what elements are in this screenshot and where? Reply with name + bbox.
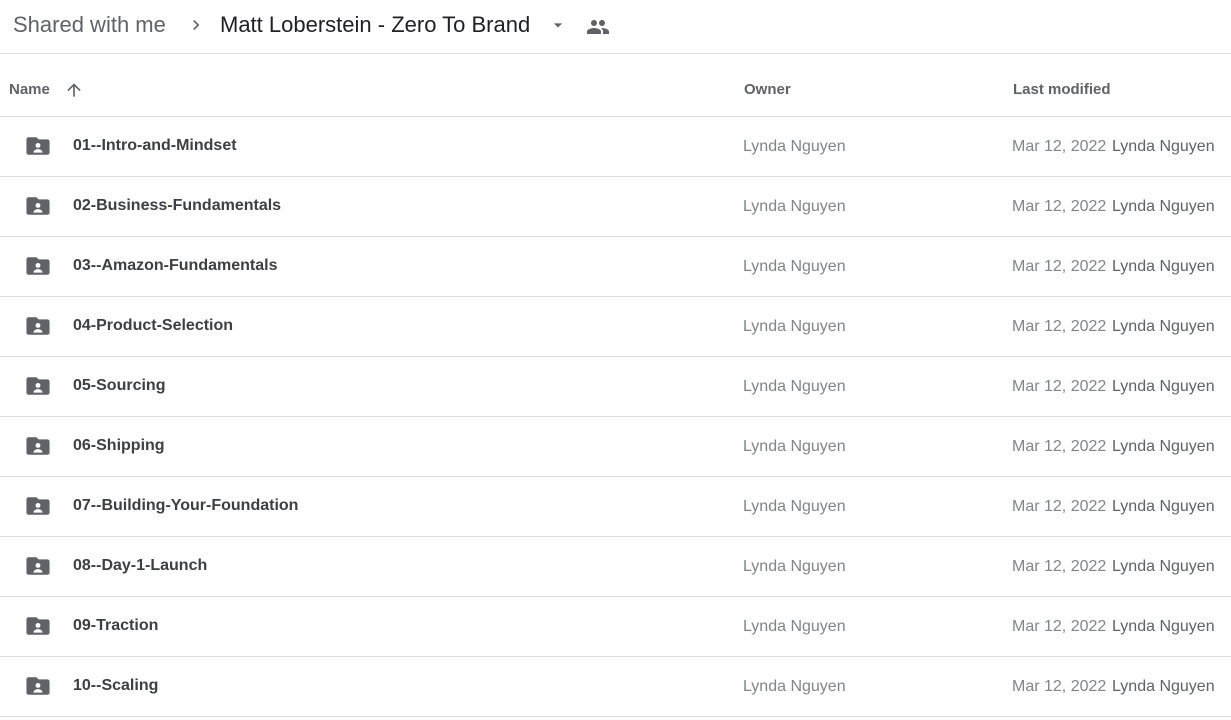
file-modified-by: Lynda Nguyen [1112, 618, 1215, 635]
file-row[interactable]: 09-Traction Lynda Nguyen Mar 12, 2022 Lynda… [0, 597, 1231, 657]
file-owner: Lynda Nguyen [743, 618, 846, 635]
file-owner: Lynda Nguyen [743, 318, 846, 335]
column-header-last-modified[interactable]: Last modified [1013, 81, 1111, 98]
caret-down-icon[interactable] [548, 15, 568, 35]
breadcrumb-shared-with-me[interactable]: Shared with me [13, 11, 166, 39]
file-modified-by: Lynda Nguyen [1112, 438, 1215, 455]
file-row[interactable]: 05-Sourcing Lynda Nguyen Mar 12, 2022 Lynda… [0, 357, 1231, 417]
file-name: 06-Shipping [73, 437, 165, 454]
file-row[interactable]: 10--Scaling Lynda Nguyen Mar 12, 2022 Lynda… [0, 657, 1231, 717]
file-row[interactable]: 03--Amazon-Fundamentals Lynda Nguyen Mar 1… [0, 237, 1231, 297]
file-modified-by: Lynda Nguyen [1112, 378, 1215, 395]
file-modified-by: Lynda Nguyen [1112, 258, 1215, 275]
file-modified-by: Lynda Nguyen [1112, 318, 1215, 335]
file-modified-date: Mar 12, 2022 [1012, 558, 1107, 575]
file-owner: Lynda Nguyen [743, 138, 846, 155]
breadcrumb-current-folder[interactable]: Matt Loberstein - Zero To Brand [220, 11, 530, 39]
shared-folder-icon [26, 317, 50, 335]
file-owner: Lynda Nguyen [743, 438, 846, 455]
file-modified-by: Lynda Nguyen [1112, 138, 1215, 155]
file-row[interactable]: 06-Shipping Lynda Nguyen Mar 12, 2022 Lynda… [0, 417, 1231, 477]
file-modified-date: Mar 12, 2022 [1012, 438, 1107, 455]
file-row[interactable]: 04-Product-Selection Lynda Nguyen Mar 12, … [0, 297, 1231, 357]
file-owner: Lynda Nguyen [743, 258, 846, 275]
shared-folder-icon [26, 377, 50, 395]
file-owner: Lynda Nguyen [743, 498, 846, 515]
arrow-up-icon[interactable] [64, 79, 84, 101]
file-owner: Lynda Nguyen [743, 678, 846, 695]
file-modified-by: Lynda Nguyen [1112, 558, 1215, 575]
file-owner: Lynda Nguyen [743, 558, 846, 575]
shared-folder-icon [26, 197, 50, 215]
file-name: 09-Traction [73, 617, 159, 634]
file-row[interactable]: 02-Business-Fundamentals Lynda Nguyen Mar … [0, 177, 1231, 237]
shared-folder-icon [26, 137, 50, 155]
shared-folder-icon [26, 437, 50, 455]
shared-folder-icon [26, 497, 50, 515]
file-modified-date: Mar 12, 2022 [1012, 258, 1107, 275]
file-row[interactable]: 07--Building-Your-Foundation Lynda Nguyen… [0, 477, 1231, 537]
people-icon[interactable] [586, 15, 610, 39]
file-name: 02-Business-Fundamentals [73, 197, 282, 214]
file-name: 03--Amazon-Fundamentals [73, 257, 278, 274]
file-modified-date: Mar 12, 2022 [1012, 198, 1107, 215]
breadcrumb-bar: Shared with me Matt Loberstein - Zero To… [0, 0, 1231, 54]
column-header-name[interactable]: Name [9, 81, 50, 98]
shared-folder-icon [26, 557, 50, 575]
file-modified-by: Lynda Nguyen [1112, 198, 1215, 215]
column-header-row: Name Owner Last modified [0, 55, 1231, 117]
file-owner: Lynda Nguyen [743, 198, 846, 215]
file-name: 08--Day-1-Launch [73, 557, 208, 574]
shared-folder-icon [26, 617, 50, 635]
file-modified-by: Lynda Nguyen [1112, 678, 1215, 695]
file-owner: Lynda Nguyen [743, 378, 846, 395]
file-modified-by: Lynda Nguyen [1112, 498, 1215, 515]
file-row[interactable]: 01--Intro-and-Mindset Lynda Nguyen Mar 12,… [0, 117, 1231, 177]
file-list: 01--Intro-and-Mindset Lynda Nguyen Mar 12,… [0, 117, 1231, 717]
file-modified-date: Mar 12, 2022 [1012, 378, 1107, 395]
file-modified-date: Mar 12, 2022 [1012, 318, 1107, 335]
column-header-owner[interactable]: Owner [744, 81, 791, 98]
file-name: 05-Sourcing [73, 377, 166, 394]
shared-folder-icon [26, 677, 50, 695]
file-name: 07--Building-Your-Foundation [73, 497, 299, 514]
file-name: 01--Intro-and-Mindset [73, 137, 237, 154]
file-row[interactable]: 08--Day-1-Launch Lynda Nguyen Mar 12, 2022… [0, 537, 1231, 597]
shared-folder-icon [26, 257, 50, 275]
file-modified-date: Mar 12, 2022 [1012, 138, 1107, 155]
file-name: 04-Product-Selection [73, 317, 234, 334]
chevron-right-icon [193, 20, 200, 30]
file-modified-date: Mar 12, 2022 [1012, 618, 1107, 635]
file-modified-date: Mar 12, 2022 [1012, 678, 1107, 695]
file-modified-date: Mar 12, 2022 [1012, 498, 1107, 515]
file-name: 10--Scaling [73, 677, 159, 694]
